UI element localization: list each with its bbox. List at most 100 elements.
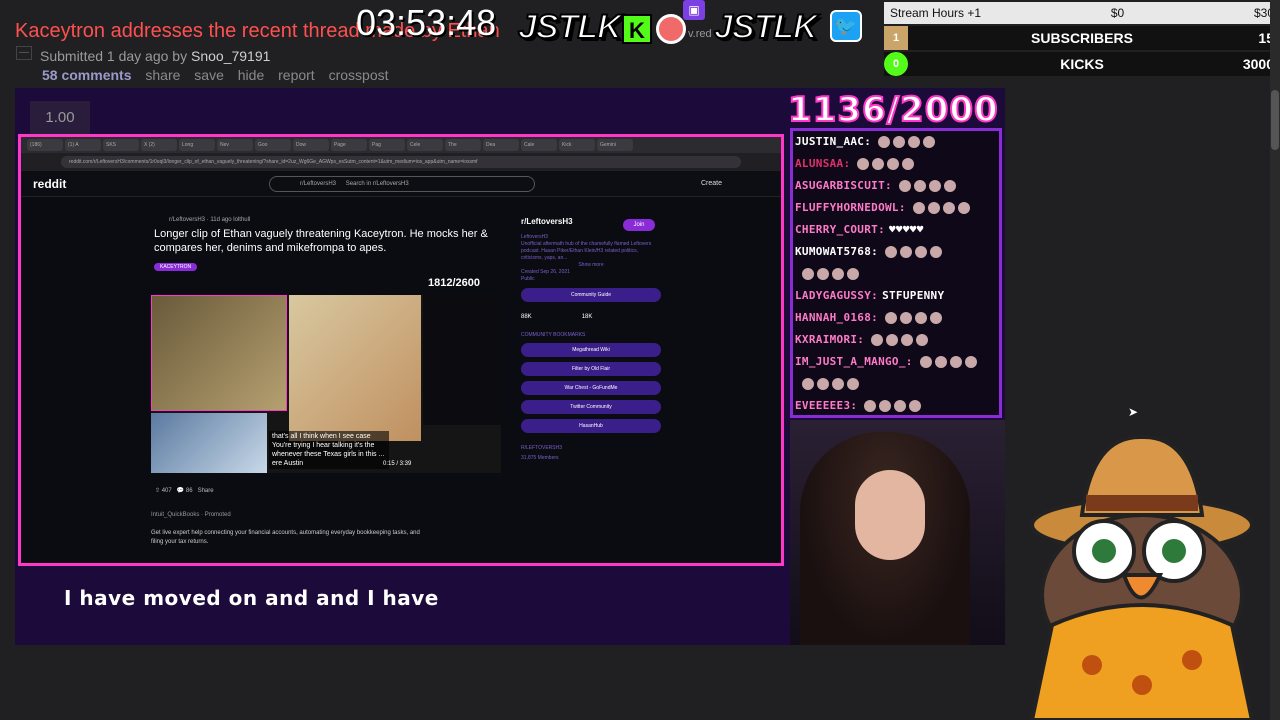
inner-caption-line1: that's all I think when I see case <box>272 433 371 440</box>
comment-count: 86 <box>185 488 193 494</box>
reddit-header: reddit r/LeftoversH3 Search in r/Leftove… <box>21 171 781 197</box>
crosspost-link[interactable]: crosspost <box>329 67 389 83</box>
chat-username[interactable]: ALUNSAA: <box>795 157 850 170</box>
save-link[interactable]: save <box>194 67 224 83</box>
chat-emote-icon <box>927 202 940 214</box>
chat-message: ALUNSAA: <box>793 153 999 175</box>
chat-username[interactable]: KUMOWAT5768: <box>795 245 878 258</box>
chat-message: JUSTIN_AAC: <box>793 131 999 153</box>
browser-tab[interactable]: Dea <box>483 139 519 151</box>
subreddit-link[interactable]: r/LeftoversH3 <box>169 217 205 223</box>
post-user[interactable]: lolthull <box>233 217 250 223</box>
browser-tab[interactable]: Page <box>331 139 367 151</box>
create-button[interactable]: Create <box>701 180 722 187</box>
author-link[interactable]: Snoo_79191 <box>191 48 270 64</box>
join-button[interactable]: Join <box>623 219 655 231</box>
chat-message <box>793 373 999 395</box>
reddit-logo[interactable]: reddit <box>33 177 66 191</box>
twitch-icon: ▣ <box>683 0 705 20</box>
chat-emote-icon <box>919 356 932 368</box>
bookmark-button[interactable]: Megathread Wiki <box>521 343 661 357</box>
promo-name[interactable]: Intuit_QuickBooks <box>151 512 199 518</box>
sidebar-desc: LeftoversH3 Unofficial aftermath hub of … <box>521 234 661 283</box>
comments-link[interactable]: 58 comments <box>42 67 131 83</box>
browser-tab[interactable]: Nev <box>217 139 253 151</box>
webcam-face <box>855 470 925 560</box>
chat-emote-icon <box>879 400 892 412</box>
browser-tab[interactable]: The <box>445 139 481 151</box>
scrollbar-thumb[interactable] <box>1271 90 1279 150</box>
video-frame-b <box>289 295 421 441</box>
browser-tab[interactable]: (186) <box>27 139 63 151</box>
comment-icon[interactable]: 💬 <box>177 488 184 494</box>
video-frame-c <box>151 413 267 473</box>
page-scrollbar[interactable] <box>1270 0 1280 720</box>
chat-message: CHERRY_COURT: ♥♥♥♥♥ <box>793 219 999 241</box>
reddit-post: r/LeftoversH3 · 11d ago lolthull Longer … <box>151 217 511 275</box>
post-video[interactable]: 1812/2600 that's all I think when I see … <box>151 277 501 473</box>
browser-tab[interactable]: Cele <box>407 139 443 151</box>
show-more-link[interactable]: Show more <box>521 262 661 269</box>
upvote-icon[interactable]: ⇧ <box>155 488 160 494</box>
chat-username[interactable]: KXRAIMORI: <box>795 333 864 346</box>
subscribers-goal: 1 SUBSCRIBERS 15 <box>884 26 1280 50</box>
bookmarks-list: Megathread Wiki Filter by Old Flair War Ch… <box>521 343 661 433</box>
chat-emote-icon <box>893 136 906 148</box>
chat-username[interactable]: ASUGARBISCUIT: <box>795 179 892 192</box>
share-link[interactable]: share <box>145 67 180 83</box>
chat-emote-icon <box>887 158 900 170</box>
chat-emote-icon <box>916 334 929 346</box>
reddit-search-input[interactable]: r/LeftoversH3 Search in r/LeftoversH3 <box>269 176 535 192</box>
chat-emote-icon <box>878 136 891 148</box>
chat-username[interactable]: FLUFFYHORNEDOWL: <box>795 201 906 214</box>
browser-tab[interactable]: Cale <box>521 139 557 151</box>
report-link[interactable]: report <box>278 67 315 83</box>
browser-tab[interactable]: Dow <box>293 139 329 151</box>
share-button[interactable]: Share <box>198 488 214 494</box>
chat-username[interactable]: LADYGAGUSSY: <box>795 289 878 302</box>
chat-emote-icon <box>832 268 844 280</box>
chat-username[interactable]: EVEEEEE3: <box>795 399 857 412</box>
kick-icon: K <box>622 14 652 44</box>
chat-username[interactable]: CHERRY_COURT: <box>795 223 885 236</box>
address-bar[interactable]: reddit.com/r/LeftoversH3/comments/1r0oql… <box>21 153 781 171</box>
chat-username[interactable]: JUSTIN_AAC: <box>795 135 871 148</box>
browser-tab[interactable]: Pag <box>369 139 405 151</box>
members-title: R/LEFTOVERSH3 <box>521 445 563 451</box>
chat-emote-icon <box>908 136 921 148</box>
vote-box[interactable]: — <box>16 46 32 60</box>
browser-tab[interactable]: SKS <box>103 139 139 151</box>
bookmark-button[interactable]: Twitter Community <box>521 400 661 414</box>
reddit-post-title: Longer clip of Ethan vaguely threatening… <box>154 228 488 254</box>
stream-clock: 03:53:48 <box>356 2 497 43</box>
chat-emote-icon <box>923 136 936 148</box>
browser-tab[interactable]: (1) A <box>65 139 101 151</box>
inner-caption-line3: whenever these Texas girls in this ... e… <box>272 451 385 467</box>
inner-score: 1812/2600 <box>428 277 480 289</box>
chat-emote-icon <box>934 356 947 368</box>
community-guide-button[interactable]: Community Guide <box>521 288 661 302</box>
bookmark-button[interactable]: HasanHub <box>521 419 661 433</box>
chat-emote-icon <box>957 202 970 214</box>
chat-emote-icon <box>928 180 941 192</box>
chat-message: EVEEEEE3: <box>793 395 999 415</box>
chat-username[interactable]: IM_JUST_A_MANGO_: <box>795 355 913 368</box>
stat-online: 18K <box>581 314 593 320</box>
goal-panel: Stream Hours +1 $0 $30 1 SUBSCRIBERS 15 … <box>884 2 1280 76</box>
stream-hours-bar: Stream Hours +1 $0 $30 <box>884 2 1280 24</box>
browser-tab[interactable]: Goo <box>255 139 291 151</box>
bookmark-button[interactable]: War Chest - GoFundMe <box>521 381 661 395</box>
post-meta: Submitted 1 day ago by Snoo_79191 <box>40 48 270 64</box>
stat-members: 88K <box>521 314 532 320</box>
browser-tab[interactable]: Gemini <box>597 139 633 151</box>
chat-username[interactable]: HANNAH_0168: <box>795 311 878 324</box>
browser-tab[interactable]: Kick <box>559 139 595 151</box>
search-placeholder: Search in r/LeftoversH3 <box>345 181 409 187</box>
hide-link[interactable]: hide <box>238 67 264 83</box>
browser-tab[interactable]: X (2) <box>141 139 177 151</box>
bookmark-button[interactable]: Filter by Old Flair <box>521 362 661 376</box>
browser-tab[interactable]: Long <box>179 139 215 151</box>
chat-emote-icon <box>930 246 943 258</box>
stream-hours-label: Stream Hours +1 <box>890 6 982 20</box>
embedded-browser: (186) (1) A SKS X (2) Long Nev Goo Dow Page Pag Ce… <box>18 134 784 566</box>
